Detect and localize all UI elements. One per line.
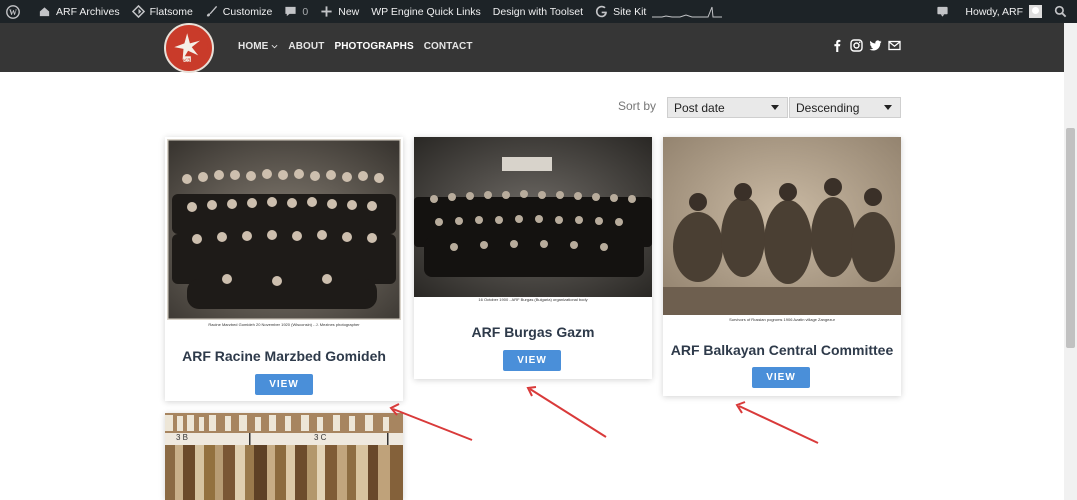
svg-text:W: W: [9, 8, 17, 17]
arf-logo-icon: ՀՅ: [166, 25, 208, 67]
nav-item-contact[interactable]: CONTACT: [424, 41, 473, 52]
wordpress-icon: W: [6, 4, 20, 19]
arrow-annotation: [526, 386, 607, 438]
sort-by-label: Sort by: [618, 99, 657, 113]
search-icon: [1054, 5, 1067, 18]
howdy-label: Howdy, ARF: [965, 5, 1023, 18]
sort-field-select[interactable]: Post date: [667, 97, 788, 118]
nav-contact-label: CONTACT: [423, 41, 473, 52]
view-button[interactable]: VIEW: [255, 374, 313, 395]
my-account-menu[interactable]: Howdy, ARF: [959, 0, 1048, 23]
photo-card: Racine Marzbed Gomideh 20 November 1920 …: [165, 137, 403, 401]
avatar-silhouette-icon: [1032, 7, 1039, 14]
site-kit-label: Site Kit: [613, 5, 647, 18]
card-photo[interactable]: [414, 137, 652, 297]
mail-icon[interactable]: [888, 39, 901, 52]
wp-engine-quick-links[interactable]: WP Engine Quick Links: [365, 0, 487, 23]
brush-icon: [206, 5, 217, 17]
page-scrollbar[interactable]: [1064, 23, 1077, 500]
sort-order-value: Descending: [796, 101, 860, 115]
bookshelf-image: [165, 413, 403, 500]
toolset-label: Design with Toolset: [492, 5, 584, 18]
notification-button[interactable]: [930, 0, 959, 23]
wordpress-logo-button[interactable]: W: [0, 0, 32, 23]
card-photo[interactable]: [663, 137, 901, 315]
facebook-icon[interactable]: [831, 39, 844, 52]
caret-down-icon: [771, 105, 779, 110]
caret-down-icon: [884, 105, 892, 110]
comments-link[interactable]: 0: [278, 0, 314, 23]
avatar: [1029, 5, 1042, 18]
arrow-annotation: [735, 401, 819, 444]
view-button[interactable]: VIEW: [503, 350, 561, 371]
sitekit-sparkline: [652, 6, 723, 17]
site-logo[interactable]: ՀՅ: [164, 23, 214, 73]
svg-text:ՀՅ: ՀՅ: [184, 57, 191, 62]
site-name-label: ARF Archives: [56, 5, 120, 18]
flatsome-menu[interactable]: Flatsome: [126, 0, 199, 23]
group-photo-image: [663, 137, 901, 315]
shelf-label: 3 B: [176, 433, 189, 442]
photo-caption: Survivors of Russian pogroms 1906 Azatin…: [729, 317, 835, 322]
card-title[interactable]: ARF Balkayan Central Committee: [663, 342, 901, 358]
nav-item-about[interactable]: ABOUT: [288, 41, 324, 52]
comment-icon: [285, 6, 297, 17]
home-icon: [39, 7, 50, 17]
arrow-annotation: [389, 403, 473, 441]
flatsome-icon: [131, 5, 145, 18]
scrollbar-thumb[interactable]: [1066, 128, 1075, 348]
photo-caption: 16 October 1900 - ARF Burgas (Bulgaria) …: [478, 297, 588, 302]
card-title[interactable]: ARF Racine Marzbed Gomideh: [165, 348, 403, 364]
photo-card: 3 B 3 C: [165, 413, 403, 500]
shelf-label: 3 C: [314, 433, 327, 442]
site-header: ՀՅ HOME ABOUT PHOTOGRAPHS CONTACT: [0, 23, 1064, 73]
admin-bar-right: Howdy, ARF: [930, 0, 1077, 23]
card-title[interactable]: ARF Burgas Gazm: [414, 324, 652, 340]
sort-field-value: Post date: [674, 101, 725, 115]
social-icons: [831, 39, 901, 52]
site-kit-menu[interactable]: Site Kit: [589, 0, 728, 23]
new-label: New: [338, 5, 360, 18]
card-photo[interactable]: [167, 139, 401, 320]
site-name-link[interactable]: ARF Archives: [32, 0, 126, 23]
instagram-icon[interactable]: [850, 39, 863, 52]
nav-item-home[interactable]: HOME: [238, 41, 278, 52]
plus-icon: [321, 6, 332, 17]
flatsome-label: Flatsome: [149, 5, 193, 18]
group-photo-image: [167, 139, 401, 320]
main-nav: HOME ABOUT PHOTOGRAPHS CONTACT: [238, 41, 483, 52]
nav-about-label: ABOUT: [288, 41, 325, 52]
twitter-icon[interactable]: [869, 39, 882, 52]
comment-count: 0: [302, 5, 309, 18]
card-photo[interactable]: [165, 413, 403, 500]
group-photo-image: [414, 137, 652, 297]
photo-card: Survivors of Russian pogroms 1906 Azatin…: [663, 137, 901, 396]
wp-engine-label: WP Engine Quick Links: [371, 5, 481, 18]
customize-label: Customize: [222, 5, 273, 18]
photo-caption: Racine Marzbed Gomideh 20 November 1920 …: [208, 322, 360, 327]
nav-photographs-label: PHOTOGRAPHS: [334, 41, 414, 52]
nav-home-label: HOME: [238, 41, 269, 52]
admin-search-button[interactable]: [1048, 0, 1077, 23]
photo-card: 16 October 1900 - ARF Burgas (Bulgaria) …: [414, 137, 652, 379]
customize-link[interactable]: Customize: [199, 0, 279, 23]
chevron-down-icon: [271, 44, 278, 49]
sort-order-select[interactable]: Descending: [789, 97, 901, 118]
wp-admin-bar: W ARF Archives Flatsome Customize 0 New …: [0, 0, 1077, 23]
notification-icon: [937, 6, 949, 17]
new-content-menu[interactable]: New: [314, 0, 365, 23]
google-icon: [596, 5, 607, 18]
design-with-toolset[interactable]: Design with Toolset: [487, 0, 589, 23]
nav-item-photographs[interactable]: PHOTOGRAPHS: [334, 41, 413, 52]
view-button[interactable]: VIEW: [752, 367, 810, 388]
